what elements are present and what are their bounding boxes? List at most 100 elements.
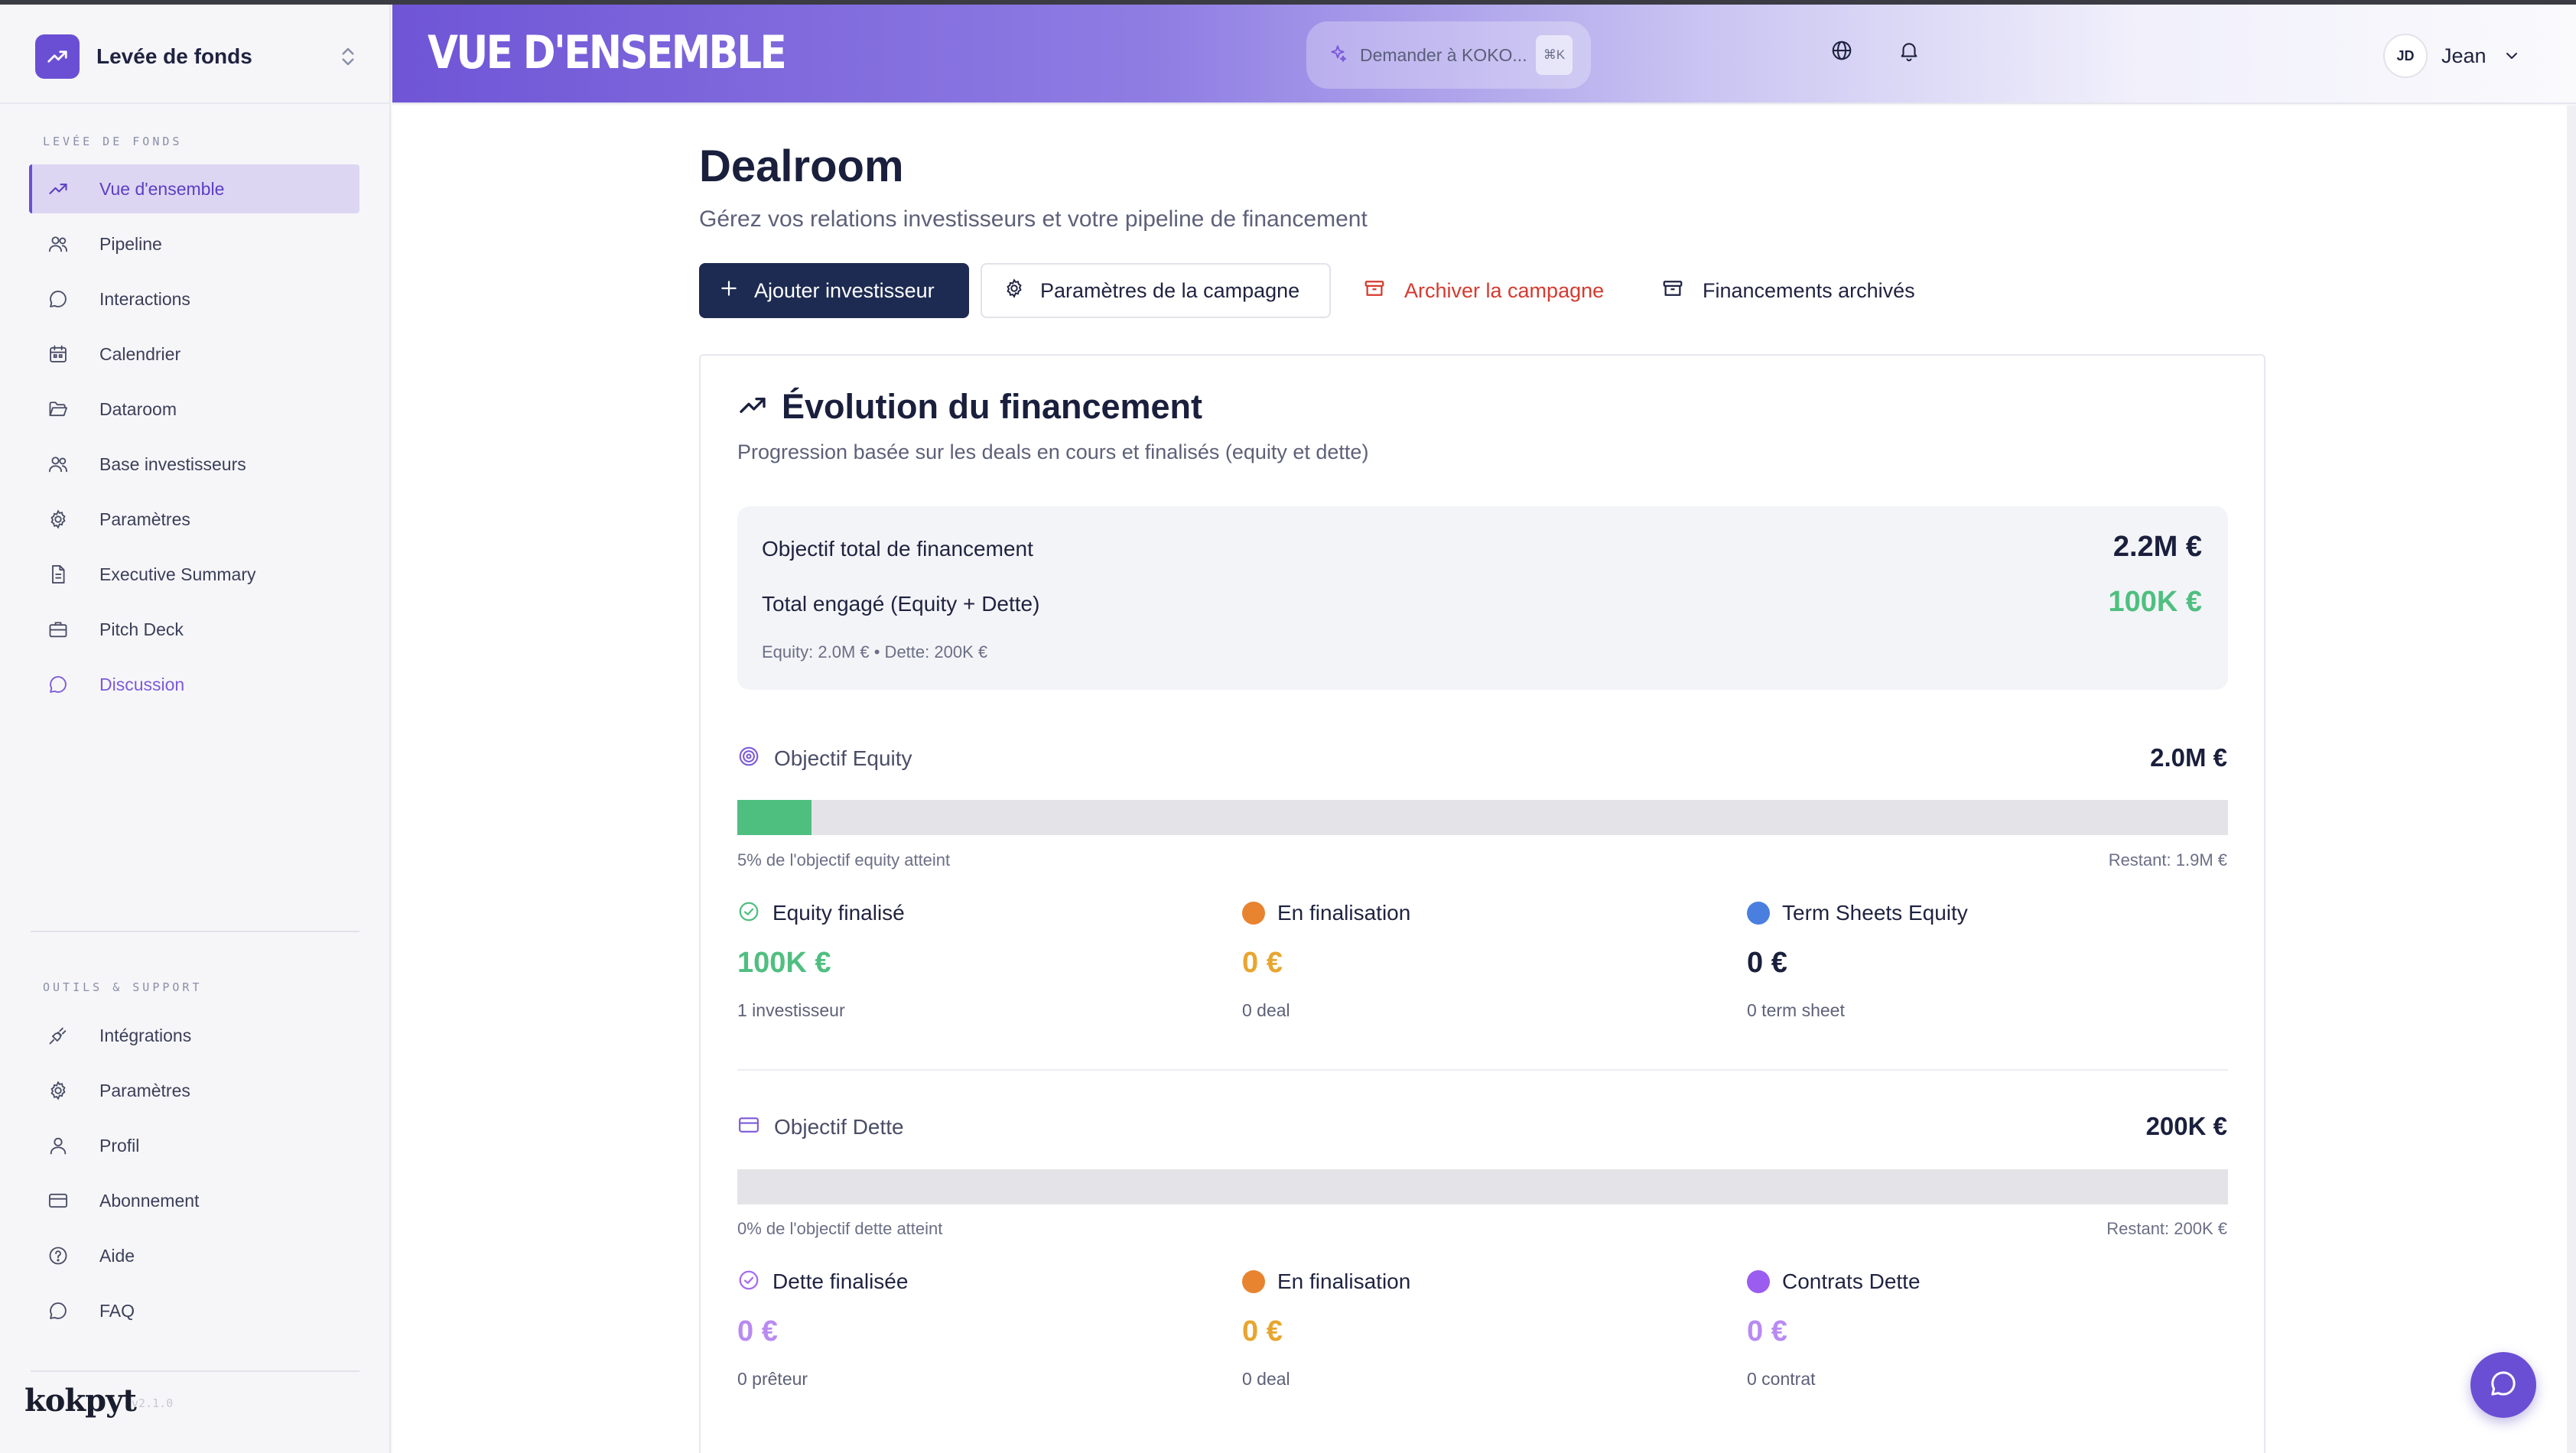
debt-contracts-stat: Contrats Dette 0 € 0 contrat — [1747, 1266, 2206, 1390]
plus-icon — [719, 278, 739, 304]
committed-value: 100K € — [2108, 586, 2202, 618]
sidebar-item-label: Aide — [99, 1245, 135, 1266]
equity-objective-amount: 2.0M € — [2150, 743, 2227, 772]
sidebar-item-label: Vue d'ensemble — [99, 178, 225, 199]
check-circle-icon — [737, 900, 760, 927]
credit-card-icon — [46, 1188, 70, 1213]
funding-summary: Objectif total de financement 2.2M € Tot… — [737, 506, 2228, 690]
stat-value: 100K € — [737, 947, 831, 979]
equity-objective-label: Objectif Equity — [774, 746, 912, 770]
sidebar-item-aide[interactable]: Aide — [29, 1231, 359, 1280]
page-heading: VUE D'ENSEMBLE — [428, 26, 787, 80]
workspace-switcher[interactable]: Levée de fonds — [35, 34, 359, 80]
sidebar-item-dataroom[interactable]: Dataroom — [29, 385, 359, 434]
add-investor-label: Ajouter investisseur — [754, 278, 935, 302]
sidebar-item-calendrier[interactable]: Calendrier — [29, 330, 359, 379]
archive-icon — [1661, 277, 1684, 305]
user-icon — [46, 1133, 70, 1158]
stat-sub: 0 term sheet — [1747, 1000, 1845, 1020]
stat-value: 0 € — [1242, 947, 1283, 979]
sidebar-item-interactions[interactable]: Interactions — [29, 275, 359, 323]
avatar: JD — [2383, 34, 2428, 78]
sidebar-item-label: Discussion — [99, 674, 185, 694]
stat-label: Dette finalisée — [772, 1269, 909, 1293]
sidebar-item-discussion[interactable]: Discussion — [29, 660, 359, 709]
plug-icon — [46, 1023, 70, 1048]
ask-placeholder: Demander à KOKO... — [1360, 44, 1527, 65]
workspace-logo-icon — [35, 34, 80, 79]
archive-campaign-label: Archiver la campagne — [1404, 278, 1605, 302]
folder-open-icon — [46, 397, 70, 421]
sidebar-item-label: Executive Summary — [99, 564, 256, 584]
equity-in-finalization-stat: En finalisation 0 € 0 deal — [1242, 898, 1701, 1021]
add-investor-button[interactable]: Ajouter investisseur — [699, 263, 969, 318]
sidebar-item-profil[interactable]: Profil — [29, 1121, 359, 1170]
stat-sub: 0 contrat — [1747, 1369, 1816, 1389]
sidebar-section-label: OUTILS & SUPPORT — [43, 980, 203, 994]
check-circle-icon — [737, 1269, 760, 1295]
stat-value: 0 € — [1747, 1315, 1787, 1347]
equity-progress-caption: 5% de l'objectif equity atteint — [737, 850, 951, 870]
sidebar-divider — [31, 1370, 359, 1372]
chat-bubble-icon — [46, 672, 70, 697]
sparkles-icon — [1328, 44, 1348, 67]
sidebar-item-label: Interactions — [99, 288, 190, 309]
page-title: Dealroom — [699, 141, 904, 191]
sidebar-item-base-investisseurs[interactable]: Base investisseurs — [29, 440, 359, 489]
chat-bubble-icon — [46, 287, 70, 311]
committed-label: Total engagé (Equity + Dette) — [762, 592, 1040, 616]
sidebar-item-pipeline[interactable]: Pipeline — [29, 219, 359, 268]
stat-value: 0 € — [1242, 1315, 1283, 1347]
users-icon — [46, 452, 70, 476]
brand-logo: kokpyt — [24, 1383, 137, 1419]
globe-icon[interactable] — [1826, 35, 1857, 66]
stat-label: En finalisation — [1277, 901, 1411, 925]
target-value: 2.2M € — [2113, 531, 2202, 563]
chat-button[interactable] — [2470, 1352, 2536, 1418]
app-version: v2.1.0 — [132, 1396, 174, 1410]
sidebar-item-label: Pipeline — [99, 233, 162, 254]
status-dot — [1242, 1270, 1265, 1293]
sidebar-item-faq[interactable]: FAQ — [29, 1286, 359, 1335]
sidebar-item-label: Paramètres — [99, 1080, 190, 1100]
target-label: Objectif total de financement — [762, 537, 1033, 561]
sidebar-item-vue-d-ensemble[interactable]: Vue d'ensemble — [29, 164, 359, 213]
sidebar-item-label: FAQ — [99, 1300, 135, 1321]
gear-icon — [46, 507, 70, 531]
chevron-down-icon — [2500, 44, 2523, 67]
equity-finalized-stat: Equity finalisé 100K € 1 investisseur — [737, 898, 1196, 1021]
debt-progress-caption: 0% de l'objectif dette atteint — [737, 1219, 943, 1238]
debt-in-finalization-stat: En finalisation 0 € 0 deal — [1242, 1266, 1701, 1390]
trending-up-icon — [46, 177, 70, 201]
chat-bubble-icon — [46, 1299, 70, 1323]
sidebar-item-parametres-tools[interactable]: Paramètres — [29, 1066, 359, 1115]
archived-financings-button[interactable]: Financements archivés — [1652, 263, 1958, 318]
chevron-up-down-icon[interactable] — [337, 41, 359, 72]
sidebar-item-label: Dataroom — [99, 398, 177, 419]
equity-remaining: Restant: 1.9M € — [2108, 850, 2227, 870]
top-header: VUE D'ENSEMBLE Demander à KOKO... ⌘K JD … — [392, 5, 2576, 104]
sidebar-item-pitch-deck[interactable]: Pitch Deck — [29, 605, 359, 654]
user-menu[interactable]: JD Jean — [2383, 32, 2523, 80]
sidebar-item-label: Calendrier — [99, 343, 181, 364]
sidebar-item-label: Paramètres — [99, 509, 190, 529]
campaign-settings-button[interactable]: Paramètres de la campagne — [981, 263, 1331, 318]
gear-icon — [1003, 278, 1025, 304]
sidebar-item-parametres[interactable]: Paramètres — [29, 495, 359, 544]
archive-campaign-button[interactable]: Archiver la campagne — [1354, 263, 1629, 318]
stat-label: Contrats Dette — [1782, 1269, 1921, 1293]
sidebar-item-label: Profil — [99, 1135, 140, 1156]
sidebar-divider — [31, 931, 359, 932]
users-icon — [46, 232, 70, 256]
debt-objective-amount: 200K € — [2145, 1112, 2227, 1140]
scrollbar[interactable] — [2567, 106, 2576, 1453]
sidebar-item-abonnement[interactable]: Abonnement — [29, 1176, 359, 1225]
bell-icon[interactable] — [1894, 35, 1924, 66]
ask-koko-search[interactable]: Demander à KOKO... ⌘K — [1306, 21, 1591, 89]
sidebar-item-integrations[interactable]: Intégrations — [29, 1011, 359, 1060]
sidebar-item-label: Pitch Deck — [99, 619, 184, 639]
sidebar-section-label: LEVÉE DE FONDS — [43, 135, 183, 148]
equity-progress-bar — [737, 800, 2228, 835]
equity-progress-fill — [737, 800, 812, 835]
sidebar-item-executive-summary[interactable]: Executive Summary — [29, 550, 359, 599]
